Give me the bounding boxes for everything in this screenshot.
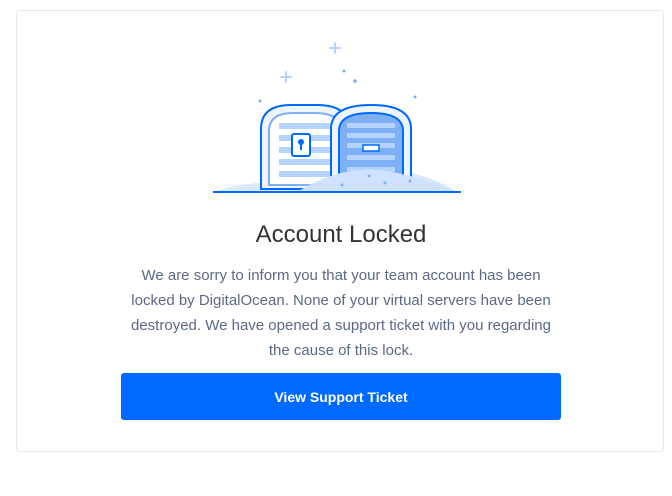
locked-treasure-chest-icon bbox=[213, 42, 461, 193]
page-title: Account Locked bbox=[255, 221, 427, 248]
view-support-ticket-button[interactable]: View Support Ticket bbox=[121, 373, 561, 420]
account-locked-card: Account Locked We are sorry to inform yo… bbox=[16, 10, 664, 452]
dots bbox=[258, 69, 417, 103]
sparkle-icon bbox=[280, 42, 341, 83]
lock-message: We are sorry to inform you that your tea… bbox=[131, 267, 551, 359]
